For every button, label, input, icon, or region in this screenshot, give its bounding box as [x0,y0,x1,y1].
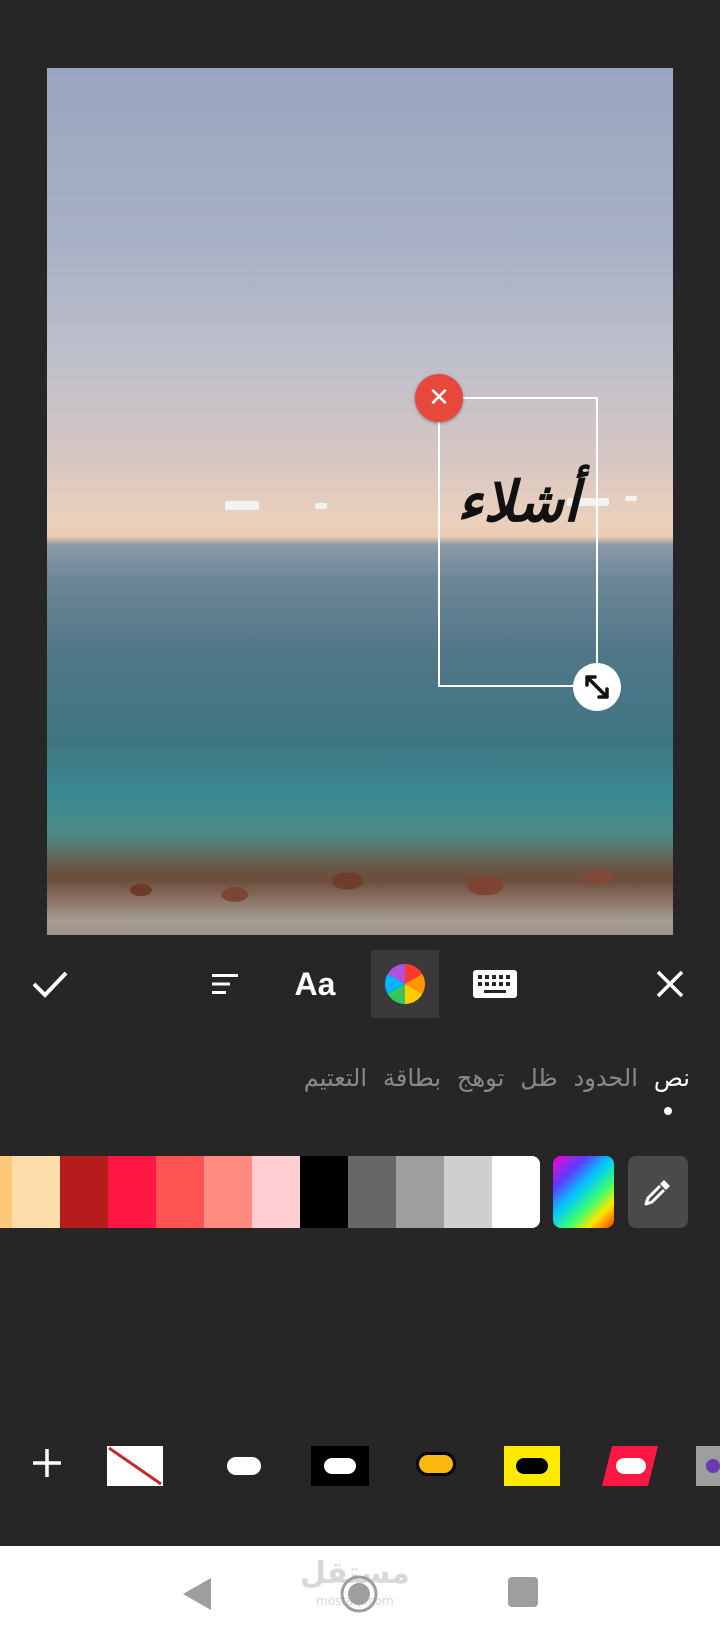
style-black-box[interactable] [311,1446,369,1486]
text-background-styles [0,1440,720,1492]
delete-sticker-button[interactable]: ✕ [415,374,463,422]
keyboard-button[interactable] [461,950,529,1018]
recents-icon[interactable] [508,1577,538,1607]
style-yellow-pill[interactable] [416,1452,456,1476]
align-button[interactable] [191,950,259,1018]
tab-glow[interactable]: توهج [457,1064,504,1092]
home-icon[interactable] [339,1574,379,1614]
style-gray-partial[interactable] [696,1446,720,1486]
color-swatch[interactable] [492,1156,540,1228]
close-icon [656,970,684,998]
style-tabs: نص الحدود ظل توهج بطاقة التعتيم [304,1064,690,1092]
system-nav-bar: مستقل mostaql.com [0,1546,720,1640]
close-editor-button[interactable] [636,950,704,1018]
close-icon: ✕ [428,383,450,413]
color-swatch[interactable] [444,1156,492,1228]
keyboard-icon [473,970,517,998]
color-swatch[interactable] [156,1156,204,1228]
selected-tab-indicator [664,1107,672,1115]
tab-text[interactable]: نص [654,1064,690,1092]
color-swatch[interactable] [204,1156,252,1228]
style-none[interactable] [107,1446,163,1490]
align-left-icon [212,974,238,994]
style-white-pill[interactable] [227,1457,261,1475]
eyedropper-icon [644,1180,670,1206]
color-swatch[interactable] [60,1156,108,1228]
color-swatch[interactable] [12,1156,60,1228]
color-swatch[interactable] [108,1156,156,1228]
boat [225,501,259,510]
text-sticker-box[interactable]: أشلاء [438,397,598,687]
style-red-parallelogram[interactable] [602,1446,658,1490]
color-swatch[interactable] [300,1156,348,1228]
resize-arrows-icon [585,675,609,699]
boat [625,496,637,501]
font-label: Aa [294,965,336,1002]
tab-opacity[interactable]: التعتيم [304,1064,367,1092]
plus-icon [33,1449,61,1477]
text-sticker-content: أشلاء [456,469,580,535]
check-icon [32,971,68,998]
tab-borders[interactable]: الحدود [574,1064,638,1092]
tab-card[interactable]: بطاقة [383,1064,441,1092]
color-swatch[interactable] [396,1156,444,1228]
confirm-button[interactable] [16,950,84,1018]
back-icon[interactable] [181,1576,213,1612]
no-background-icon [107,1446,163,1486]
add-style-button[interactable] [30,1446,64,1484]
red-parallelogram-icon [602,1446,658,1486]
color-swatch[interactable] [0,1156,12,1228]
color-swatch-strip [0,1156,540,1228]
resize-sticker-handle[interactable] [573,663,621,711]
font-button[interactable]: Aa [281,950,349,1018]
text-edit-toolbar: Aa [0,950,720,1022]
color-wheel-icon [385,964,425,1004]
eyedropper-button[interactable] [628,1156,688,1228]
color-swatch[interactable] [252,1156,300,1228]
custom-color-button[interactable] [553,1156,614,1228]
boat [315,503,327,509]
tab-shadow[interactable]: ظل [520,1064,557,1092]
style-yellow-box[interactable] [504,1446,560,1486]
color-button[interactable] [371,950,439,1018]
rocky-shore [47,845,673,935]
color-swatch[interactable] [348,1156,396,1228]
